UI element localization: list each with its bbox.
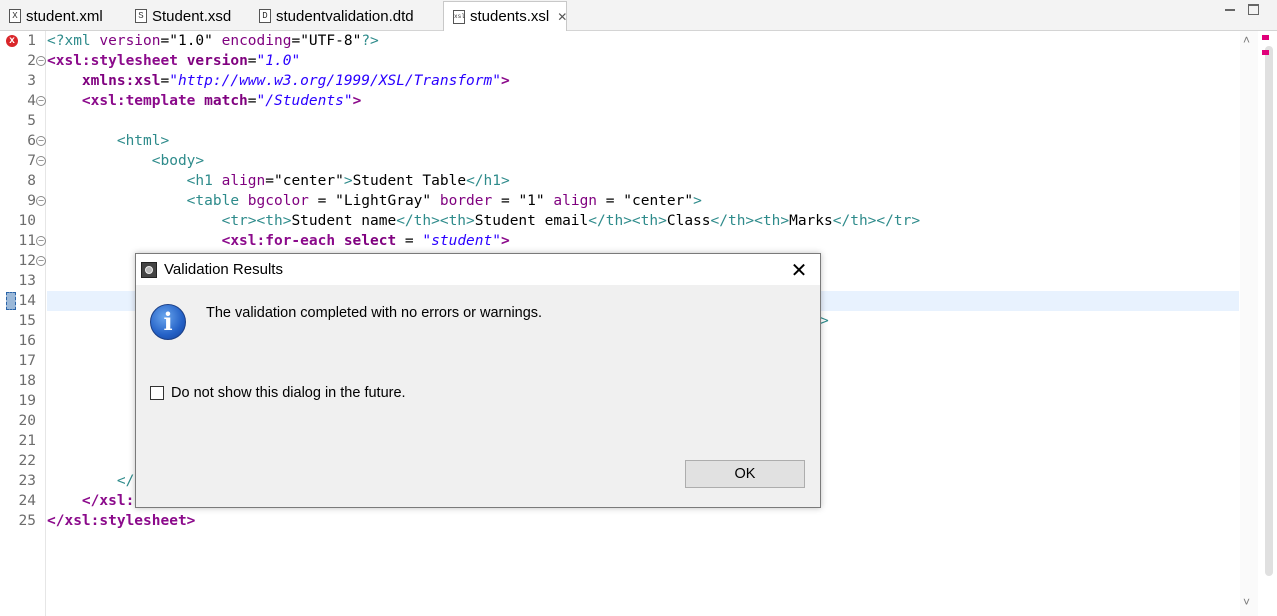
tab-label: studentvalidation.dtd — [276, 7, 414, 25]
fold-collapse-icon[interactable]: − — [36, 56, 46, 66]
tab-label: Student.xsd — [152, 7, 232, 25]
tab-studentvalidation-dtd[interactable]: D studentvalidation.dtd — [250, 2, 442, 30]
code-line[interactable]: <html> — [47, 131, 169, 151]
line-number: 4 — [27, 93, 36, 109]
code-line[interactable]: <xsl:stylesheet version="1.0" — [47, 51, 300, 71]
line-number: 16 — [18, 333, 36, 349]
line-number: 8 — [27, 173, 36, 189]
code-line[interactable]: </ — [47, 471, 134, 491]
dtd-file-icon: D — [259, 9, 271, 23]
code-line[interactable]: <xsl:for-each select = "student"> — [47, 231, 510, 251]
line-number: 25 — [18, 513, 36, 529]
vertical-scrollbar[interactable]: ˄ ˅ — [1240, 31, 1258, 616]
xsl-file-icon: xsl — [453, 9, 465, 24]
dialog-message: The validation completed with no errors … — [206, 305, 543, 321]
fold-collapse-icon[interactable]: − — [36, 236, 46, 246]
code-line[interactable]: <h1 align="center">Student Table</h1> — [47, 171, 510, 191]
xsd-file-icon: S — [135, 9, 147, 23]
scroll-up-icon[interactable]: ˄ — [1243, 33, 1250, 47]
tab-student-xml[interactable]: X student.xml — [0, 2, 128, 30]
code-line[interactable]: </xsl:stylesheet> — [47, 511, 195, 531]
validation-results-dialog: Validation Results ✕ i The validation co… — [135, 253, 821, 508]
tab-student-xsd[interactable]: S Student.xsd — [126, 2, 254, 30]
line-number: 11 — [18, 233, 36, 249]
line-number: 14 — [18, 293, 36, 309]
xml-file-icon: X — [9, 9, 21, 23]
code-line[interactable]: xmlns:xsl="http://www.w3.org/1999/XSL/Tr… — [47, 71, 510, 91]
line-number: 6 — [27, 133, 36, 149]
line-number: 13 — [18, 273, 36, 289]
scrollbar-thumb[interactable] — [1265, 46, 1273, 576]
code-line[interactable]: <?xml version="1.0" encoding="UTF-8"?> — [47, 31, 379, 51]
code-line[interactable]: <table bgcolor = "LightGray" border = "1… — [47, 191, 702, 211]
do-not-show-checkbox[interactable] — [150, 386, 164, 400]
fold-collapse-icon[interactable]: − — [36, 196, 46, 206]
code-line[interactable]: </xsl: — [47, 491, 134, 511]
maximize-icon — [1248, 4, 1259, 15]
line-number: 22 — [18, 453, 36, 469]
line-number: 19 — [18, 393, 36, 409]
line-number: 12 — [18, 253, 36, 269]
code-line[interactable]: <tr><th>Student name</th><th>Student ema… — [47, 211, 920, 231]
dialog-title: Validation Results — [164, 261, 283, 278]
information-icon: i — [150, 304, 186, 340]
fold-collapse-icon[interactable]: − — [36, 96, 46, 106]
do-not-show-checkbox-label[interactable]: Do not show this dialog in the future. — [171, 385, 406, 401]
line-number: 18 — [18, 373, 36, 389]
scroll-down-icon[interactable]: ˅ — [1243, 595, 1250, 609]
line-number: 17 — [18, 353, 36, 369]
code-line[interactable]: <body> — [47, 151, 204, 171]
line-number: 20 — [18, 413, 36, 429]
fold-collapse-icon[interactable]: − — [36, 156, 46, 166]
dialog-title-bar: Validation Results ✕ — [136, 254, 820, 285]
minimize-button[interactable] — [1225, 4, 1236, 15]
line-number: 9 — [27, 193, 36, 209]
maximize-button[interactable] — [1248, 4, 1259, 15]
line-number: 1 — [27, 33, 36, 49]
line-number: 24 — [18, 493, 36, 509]
line-number: 2 — [27, 53, 36, 69]
fold-collapse-icon[interactable]: − — [36, 136, 46, 146]
line-number: 23 — [18, 473, 36, 489]
line-number: 21 — [18, 433, 36, 449]
tab-label: student.xml — [26, 7, 103, 25]
minimize-icon — [1225, 9, 1235, 11]
line-number: 10 — [18, 213, 36, 229]
code-line[interactable]: <xsl:template match="/Students"> — [47, 91, 361, 111]
editor-tab-bar: X student.xml S Student.xsd D studentval… — [0, 0, 1277, 31]
line-number: 5 — [27, 113, 36, 129]
error-overview-marker[interactable] — [1262, 50, 1269, 55]
tab-students-xsl[interactable]: xsl students.xsl ✕ — [443, 1, 567, 31]
eclipse-app-icon — [141, 262, 157, 278]
error-overview-marker[interactable] — [1262, 35, 1269, 40]
line-number: 15 — [18, 313, 36, 329]
line-number: 7 — [27, 153, 36, 169]
tab-label: students.xsl — [470, 8, 550, 25]
line-number: 3 — [27, 73, 36, 89]
dialog-close-button[interactable]: ✕ — [786, 257, 812, 283]
ok-button[interactable]: OK — [685, 460, 805, 488]
tab-close-icon[interactable]: ✕ — [557, 10, 567, 24]
editor-window-controls — [1225, 4, 1259, 15]
code-line-fragment[interactable]: > — [820, 311, 829, 331]
fold-collapse-icon[interactable]: − — [36, 256, 46, 266]
